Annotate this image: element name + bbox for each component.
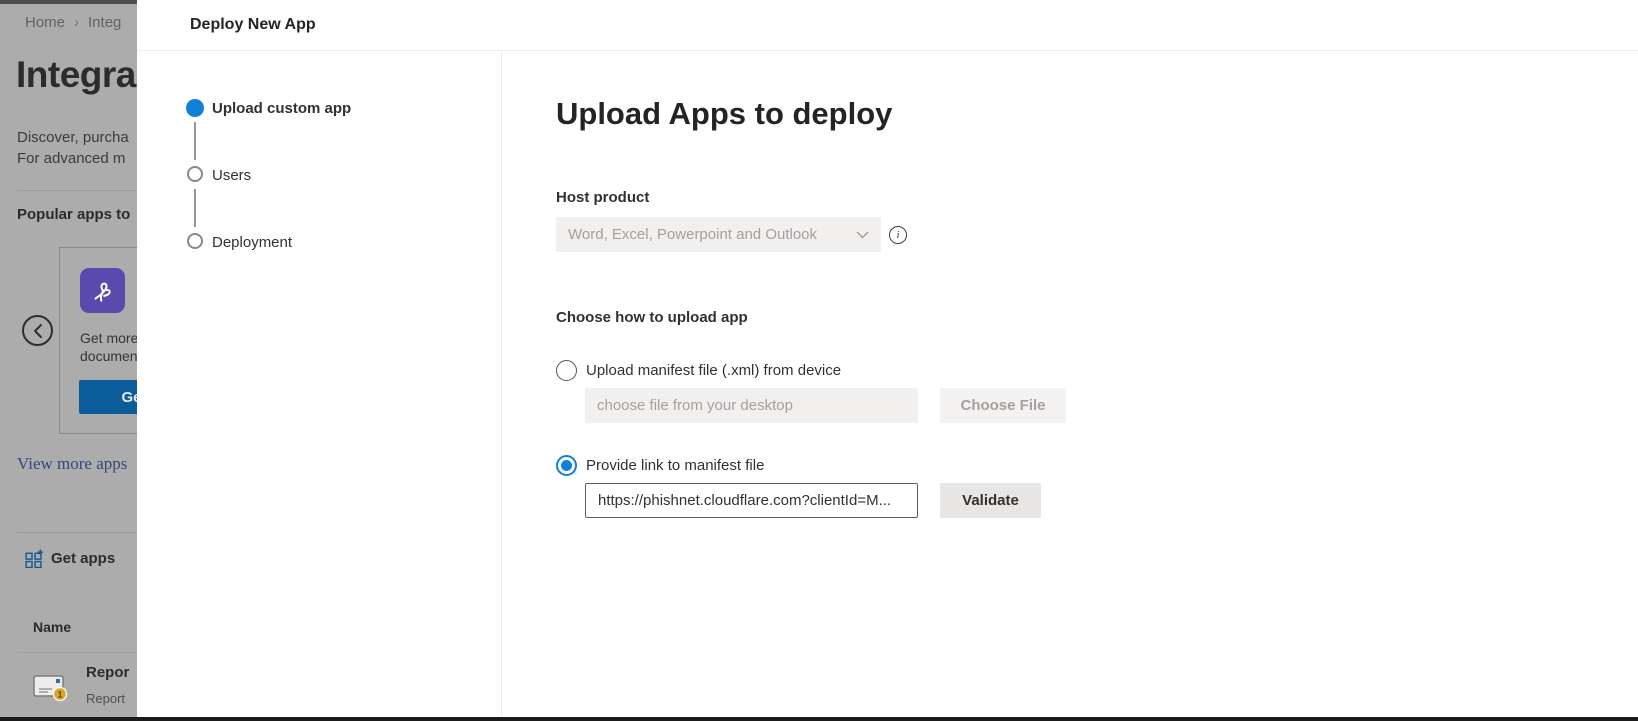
host-product-value: Word, Excel, Powerpoint and Outlook (568, 226, 856, 243)
breadcrumb-home-link[interactable]: Home (25, 14, 65, 31)
divider (501, 52, 502, 717)
breadcrumb-chevron-icon: › (74, 14, 79, 31)
breadcrumb-current[interactable]: Integ (88, 14, 121, 31)
manifest-file-input (585, 388, 918, 423)
window-top-edge (0, 0, 137, 4)
breadcrumb: Home › Integ (25, 14, 137, 31)
host-product-dropdown: Word, Excel, Powerpoint and Outlook (556, 217, 881, 252)
provide-link-radio[interactable]: Provide link to manifest file (556, 455, 764, 476)
step-label-upload-custom-app: Upload custom app (212, 100, 351, 117)
choose-file-button: Choose File (940, 388, 1066, 423)
popular-apps-heading: Popular apps to (17, 206, 130, 223)
divider (17, 190, 137, 191)
get-apps-button[interactable]: Get apps (25, 549, 115, 568)
page-title: Integra (16, 54, 136, 96)
background-page: Home › Integ Integra Discover, purcha For … (0, 0, 137, 721)
provide-link-label: Provide link to manifest file (586, 457, 764, 474)
panel-header: Deploy New App (137, 0, 1638, 51)
radio-selected-icon (556, 455, 577, 476)
apps-add-icon (25, 549, 44, 568)
app-row-title[interactable]: Repor (86, 664, 129, 681)
page-description-line2: For advanced m (17, 148, 129, 169)
page-description: Discover, purcha For advanced m (17, 127, 129, 169)
chevron-down-icon (856, 231, 869, 239)
window-bottom-edge (0, 717, 1638, 721)
step-indicator-users (187, 166, 203, 182)
table-header-name[interactable]: Name (33, 619, 71, 635)
upload-manifest-file-radio[interactable]: Upload manifest file (.xml) from device (556, 360, 841, 381)
get-apps-label: Get apps (51, 550, 115, 567)
card-text-line1: Get more (80, 330, 137, 346)
app-row-subtitle: Report (86, 691, 125, 706)
step-label-users: Users (212, 167, 251, 184)
screen: Home › Integ Integra Discover, purcha For … (0, 0, 1638, 721)
carousel-previous-button[interactable] (22, 315, 53, 346)
validate-button[interactable]: Validate (940, 483, 1041, 518)
step-label-deployment: Deployment (212, 234, 292, 251)
app-card-adobe: Get more documen Get (59, 247, 137, 434)
view-more-apps-link[interactable]: View more apps (17, 454, 127, 474)
content-heading: Upload Apps to deploy (556, 96, 892, 132)
panel-title: Deploy New App (190, 16, 316, 34)
step-connector (194, 189, 196, 227)
card-text-line2: documen (80, 348, 137, 364)
report-message-app-icon: 1 (33, 672, 69, 707)
manifest-link-input[interactable] (585, 483, 918, 518)
divider (17, 532, 137, 533)
get-app-button[interactable]: Get (79, 380, 137, 414)
chevron-left-icon (32, 323, 44, 339)
step-connector (194, 122, 196, 160)
info-icon[interactable]: i (889, 226, 907, 244)
page-description-line1: Discover, purcha (17, 127, 129, 148)
step-indicator-upload-custom-app (186, 99, 204, 117)
badge-count: 1 (57, 690, 62, 700)
upload-manifest-file-label: Upload manifest file (.xml) from device (586, 362, 841, 379)
adobe-acrobat-icon (80, 268, 125, 313)
divider (17, 652, 137, 653)
choose-upload-label: Choose how to upload app (556, 309, 748, 326)
radio-unselected-icon (556, 360, 577, 381)
host-product-label: Host product (556, 189, 649, 206)
step-indicator-deployment (187, 233, 203, 249)
deploy-new-app-panel: Deploy New App Upload custom app Users D… (137, 0, 1638, 721)
